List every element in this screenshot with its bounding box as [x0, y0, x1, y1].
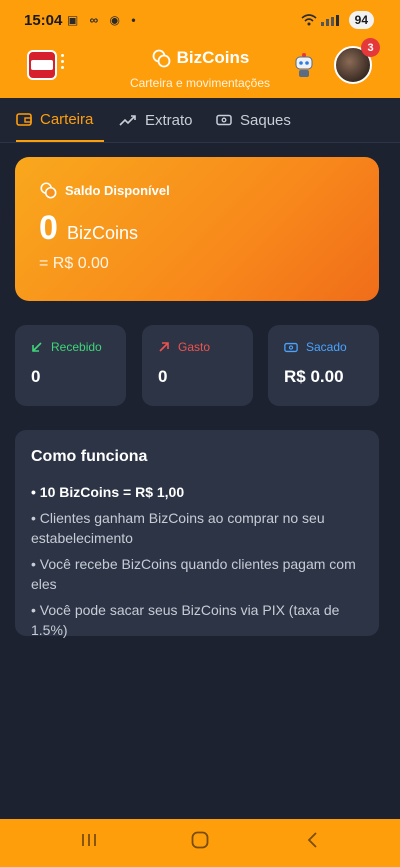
signal-icon: [320, 15, 339, 26]
stat-label-text: Gasto: [178, 340, 211, 354]
stat-label: Recebido: [31, 340, 102, 354]
cash-icon: [216, 114, 232, 126]
status-bar: 15:04 ▣ ∞ ◉ • 94: [0, 0, 400, 38]
balance-value: 0: [39, 209, 58, 247]
tab-label: Carteira: [40, 110, 94, 128]
status-right: 94: [301, 11, 374, 29]
page-title: BizCoins: [151, 48, 250, 68]
wallet-icon: [16, 113, 32, 126]
how-item: • 10 BizCoins = R$ 1,00: [31, 484, 185, 500]
wifi-icon: [301, 14, 317, 26]
balance-brl: = R$ 0.00: [39, 255, 109, 272]
coins-icon: [152, 49, 171, 68]
coins-icon: [40, 182, 57, 199]
tab-saques[interactable]: Saques: [216, 98, 291, 142]
system-nav-bar: [0, 819, 400, 867]
how-item: • Clientes ganham BizCoins ao comprar no…: [31, 510, 325, 546]
how-title: Como funciona: [31, 448, 148, 465]
cash-icon: [284, 342, 298, 352]
notification-badge: 3: [361, 38, 380, 57]
page-title-text: BizCoins: [176, 48, 250, 67]
stat-card-sacado: Sacado R$ 0.00: [268, 325, 379, 406]
balance-unit: BizCoins: [67, 223, 139, 243]
balance-card: Saldo Disponível 0 BizCoins = R$ 0.00: [15, 157, 379, 301]
stat-label: Sacado: [284, 340, 347, 354]
balance-label: Saldo Disponível: [39, 181, 170, 199]
tab-bar: Carteira Extrato Saques: [0, 98, 400, 143]
back-button[interactable]: [306, 831, 320, 855]
trend-icon: [119, 115, 136, 126]
stat-value: 0: [31, 367, 41, 386]
status-left-icons: ▣ ∞ ◉ •: [67, 13, 140, 27]
stat-value: 0: [158, 367, 168, 386]
how-it-works-card: Como funciona • 10 BizCoins = R$ 1,00 • …: [15, 430, 379, 638]
arrow-up-right-icon: [159, 342, 169, 352]
status-time: 15:04: [24, 12, 63, 29]
tab-label: Extrato: [145, 111, 193, 129]
tab-carteira[interactable]: Carteira: [16, 98, 104, 142]
how-item: • Você recebe BizCoins quando clientes p…: [31, 556, 356, 592]
home-button[interactable]: [191, 831, 209, 855]
stat-card-recebido: Recebido 0: [15, 325, 126, 406]
tab-label: Saques: [240, 111, 291, 129]
stat-label-text: Recebido: [51, 340, 102, 354]
recents-button[interactable]: [80, 831, 98, 854]
stat-value: R$ 0.00: [284, 367, 344, 386]
battery-indicator: 94: [348, 11, 374, 29]
tab-extrato[interactable]: Extrato: [119, 98, 193, 142]
app-header: BizCoins Carteira e movimentações 3: [0, 38, 400, 98]
robot-icon[interactable]: [292, 52, 316, 83]
balance-label-text: Saldo Disponível: [65, 182, 170, 198]
stat-label-text: Sacado: [306, 340, 347, 354]
stat-label: Gasto: [158, 340, 210, 354]
stat-card-gasto: Gasto 0: [142, 325, 253, 406]
how-item: • Você pode sacar seus BizCoins via PIX …: [31, 602, 340, 638]
arrow-down-left-icon: [32, 342, 42, 352]
